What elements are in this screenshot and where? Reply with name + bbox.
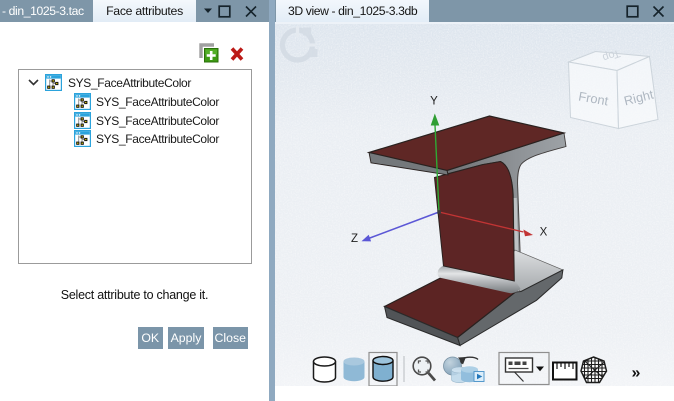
svg-text:X: X: [539, 227, 547, 239]
svg-text:»: »: [631, 365, 640, 382]
svg-text:Z: Z: [350, 233, 357, 245]
svg-text:Y: Y: [430, 96, 438, 108]
